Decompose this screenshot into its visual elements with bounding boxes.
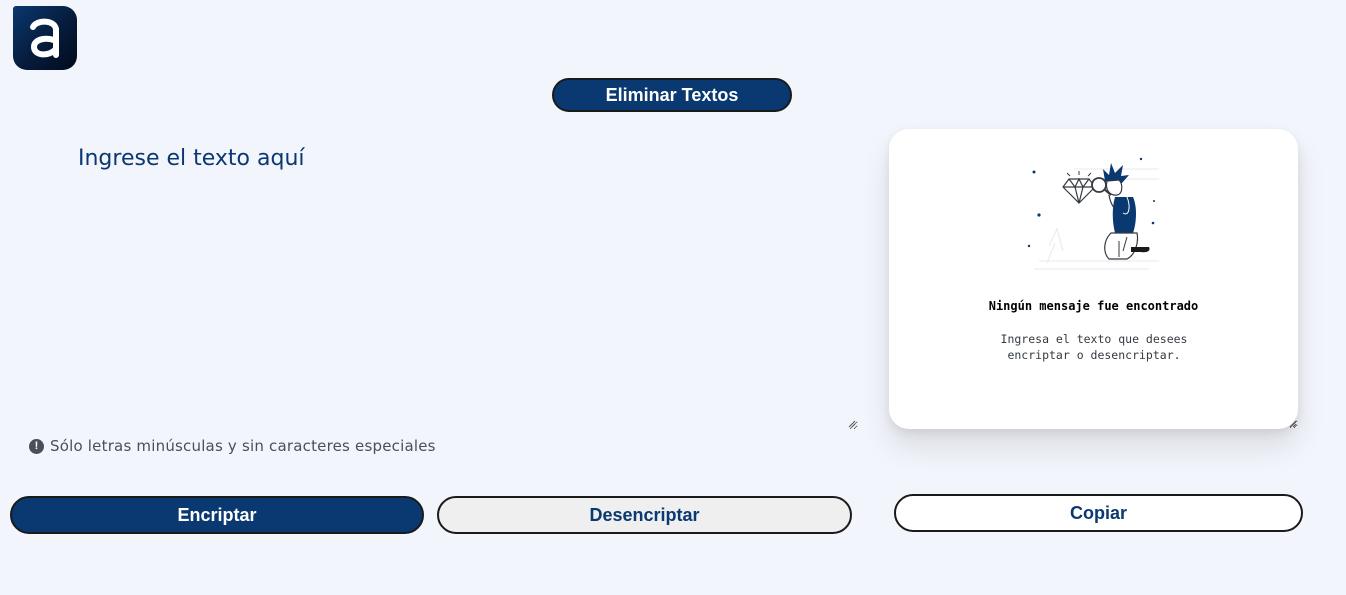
clear-texts-button[interactable]: Eliminar Textos (552, 78, 792, 112)
alura-logo-icon[interactable] (13, 6, 77, 70)
empty-message-title: Ningún mensaje fue encontrado (988, 299, 1199, 313)
warning-note: ! Sólo letras minúsculas y sin caractere… (29, 437, 436, 455)
copy-button[interactable]: Copiar (894, 494, 1303, 532)
empty-message-description: Ingresa el texto que desees encriptar o … (1000, 332, 1188, 362)
warning-text: Sólo letras minúsculas y sin caracteres … (50, 437, 436, 455)
text-input[interactable] (60, 136, 858, 430)
person-with-magnifying-glass-illustration (1027, 157, 1159, 270)
encrypt-button[interactable]: Encriptar (10, 496, 424, 534)
app-page: Eliminar Textos ! Sólo letras minúsculas… (0, 0, 1346, 595)
output-panel[interactable]: Ningún mensaje fue encontrado Ingresa el… (889, 129, 1298, 429)
resize-grip-icon[interactable] (1289, 420, 1297, 428)
resize-grip-icon[interactable] (848, 420, 856, 428)
exclamation-circle-icon: ! (29, 438, 44, 454)
decrypt-button[interactable]: Desencriptar (437, 496, 852, 534)
